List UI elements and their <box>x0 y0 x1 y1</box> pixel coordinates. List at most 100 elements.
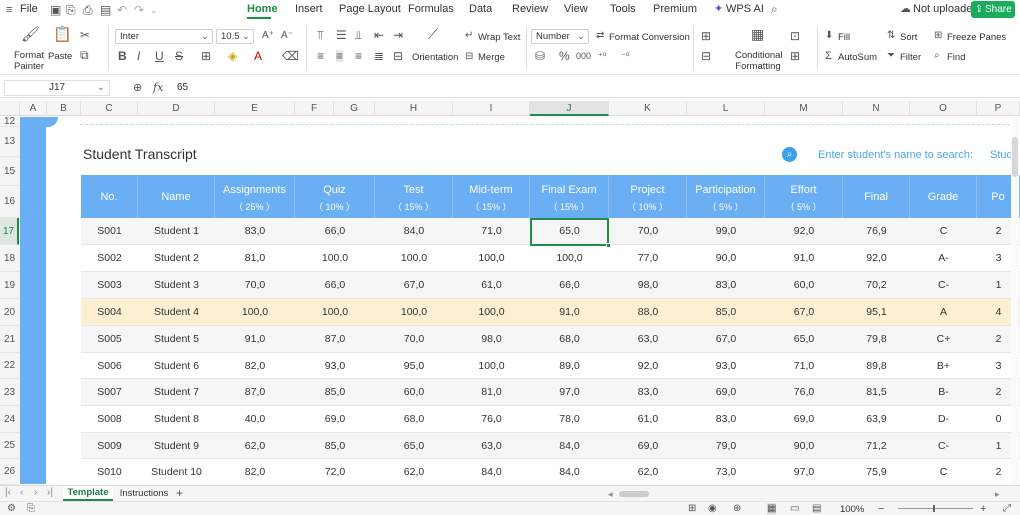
table-cell[interactable]: Student 8 <box>138 406 215 433</box>
underline-icon[interactable]: U <box>155 50 164 62</box>
fill-color-icon[interactable]: ◈ <box>228 50 237 62</box>
table-cell[interactable]: 76,9 <box>843 218 910 245</box>
tab-view[interactable]: View <box>564 3 588 15</box>
row-header-17[interactable]: 17 <box>0 218 19 245</box>
zoom-level[interactable]: 100% <box>840 504 864 515</box>
fill-icon[interactable]: ⬇ <box>825 30 833 42</box>
hamburger-icon[interactable]: ≡ <box>6 4 12 16</box>
align-middle-icon[interactable]: ☰ <box>336 29 347 41</box>
table-cell[interactable]: A <box>910 299 977 326</box>
column-header-b[interactable]: B <box>47 101 81 116</box>
autosum-icon[interactable]: Σ <box>825 50 832 62</box>
increase-decimal-icon[interactable]: ⁺⁰ <box>598 50 606 62</box>
bold-icon[interactable]: B <box>118 50 127 62</box>
thousands-icon[interactable]: 000 <box>576 50 591 62</box>
table-cell[interactable]: 81,0 <box>215 245 295 272</box>
table-cell[interactable]: 95,1 <box>843 299 910 326</box>
table-cell[interactable]: 100,0 <box>215 299 295 326</box>
table-cell[interactable]: S007 <box>81 379 138 406</box>
table-cell[interactable]: 91,0 <box>215 326 295 353</box>
table-cell[interactable]: 97,0 <box>765 459 843 484</box>
print-icon[interactable]: ⎙ <box>83 4 93 16</box>
table-cell[interactable]: 76,0 <box>765 379 843 406</box>
table-cell[interactable]: 66,0 <box>530 272 609 299</box>
table-cell[interactable]: 92,0 <box>765 218 843 245</box>
table-cell[interactable]: Student 9 <box>138 433 215 459</box>
table-cell[interactable]: 100,0 <box>453 245 530 272</box>
table-cell[interactable]: Student 4 <box>138 299 215 326</box>
normal-view-icon[interactable]: ▦ <box>767 503 777 515</box>
column-header-d[interactable]: D <box>138 101 215 116</box>
font-size-select[interactable]: 10.5 ⌄ <box>216 29 254 44</box>
row-header-21[interactable]: 21 <box>0 326 19 353</box>
table-cell[interactable]: 100,0 <box>375 299 453 326</box>
paste-icon[interactable]: 📋 <box>53 27 72 42</box>
save-icon[interactable]: ▣ <box>50 4 61 16</box>
table-cell[interactable]: 87,0 <box>215 379 295 406</box>
row-header-13[interactable]: 13 <box>0 127 19 157</box>
row-header-12[interactable]: 12 <box>0 117 19 127</box>
format-conversion-button[interactable]: Format Conversion <box>609 32 690 43</box>
file-menu[interactable]: File <box>20 3 38 15</box>
table-cell[interactable]: 70,0 <box>215 272 295 299</box>
share-button[interactable]: ⇪ Share <box>971 1 1015 18</box>
wps-ai-button[interactable]: WPS AI <box>726 3 764 15</box>
table-cell[interactable]: 99,0 <box>687 218 765 245</box>
search-input[interactable]: Stud <box>990 149 1013 161</box>
freeze-panes-icon[interactable]: ⊞ <box>934 30 942 42</box>
search-icon[interactable]: ⌕ <box>771 3 778 15</box>
cut-icon[interactable]: ✂ <box>80 29 90 41</box>
format-conversion-icon[interactable]: ⇄ <box>596 30 604 42</box>
table-cell[interactable]: 84,0 <box>530 433 609 459</box>
table-cell[interactable]: 68,0 <box>530 326 609 353</box>
redo-icon[interactable]: ↷ <box>134 4 144 16</box>
table-cell[interactable]: 61,0 <box>609 406 687 433</box>
table-cell[interactable]: S005 <box>81 326 138 353</box>
table-cell[interactable]: 66,0 <box>295 272 375 299</box>
table-cell[interactable]: B+ <box>910 353 977 379</box>
find-button[interactable]: Find <box>947 52 965 63</box>
table-cell[interactable]: 69,0 <box>295 406 375 433</box>
freeze-panes-button[interactable]: Freeze Panes <box>947 32 1006 43</box>
function-icon[interactable]: fx <box>153 81 163 94</box>
table-cell[interactable]: 67,0 <box>687 326 765 353</box>
orientation-button[interactable]: Orientation <box>412 52 458 63</box>
table-cell[interactable]: 100,0 <box>453 353 530 379</box>
table-cell[interactable]: 93,0 <box>295 353 375 379</box>
name-box[interactable]: J17 ⌄ <box>4 80 110 96</box>
table-cell[interactable]: 79,0 <box>687 433 765 459</box>
table-cell[interactable]: Student 7 <box>138 379 215 406</box>
column-header-k[interactable]: K <box>609 101 687 116</box>
row-header-18[interactable]: 18 <box>0 245 19 272</box>
sheet-grid[interactable]: Student Transcript ⌕ Enter student's nam… <box>20 117 1020 484</box>
table-cell[interactable]: 100,0 <box>295 299 375 326</box>
layout-icon[interactable]: ⊕ <box>733 503 741 515</box>
table-cell[interactable]: D- <box>910 406 977 433</box>
conditional-formatting-icon[interactable]: ▦ <box>751 27 764 41</box>
scroll-right-icon[interactable]: ▸ <box>995 488 1000 500</box>
table-cell[interactable]: 69,0 <box>765 406 843 433</box>
eye-protection-icon[interactable]: ◉ <box>708 503 717 515</box>
table-cell[interactable]: 65,0 <box>765 326 843 353</box>
column-header-l[interactable]: L <box>687 101 765 116</box>
autosum-button[interactable]: AutoSum <box>838 52 877 63</box>
tab-insert[interactable]: Insert <box>295 3 323 15</box>
clear-format-icon[interactable]: ⌫ <box>282 50 299 62</box>
table-cell[interactable]: 78,0 <box>530 406 609 433</box>
next-sheet-icon[interactable]: › <box>34 487 37 499</box>
table-cell[interactable]: 69,0 <box>687 379 765 406</box>
zoom-in-icon[interactable]: + <box>980 503 986 515</box>
table-cell[interactable]: 62,0 <box>609 459 687 484</box>
table-cell[interactable]: 69,0 <box>609 433 687 459</box>
cell-icon[interactable]: ⊡ <box>790 30 800 42</box>
table-cell[interactable]: C- <box>910 433 977 459</box>
table-cell[interactable]: 85,0 <box>295 379 375 406</box>
column-header-o[interactable]: O <box>910 101 977 116</box>
table-cell[interactable]: 40,0 <box>215 406 295 433</box>
table-cell[interactable]: 62,0 <box>375 459 453 484</box>
tab-premium[interactable]: Premium <box>653 3 697 15</box>
table-cell[interactable]: 76,0 <box>453 406 530 433</box>
scroll-left-icon[interactable]: ◂ <box>608 488 613 500</box>
row-header-15[interactable]: 15 <box>0 157 19 186</box>
table-cell[interactable]: 91,0 <box>765 245 843 272</box>
